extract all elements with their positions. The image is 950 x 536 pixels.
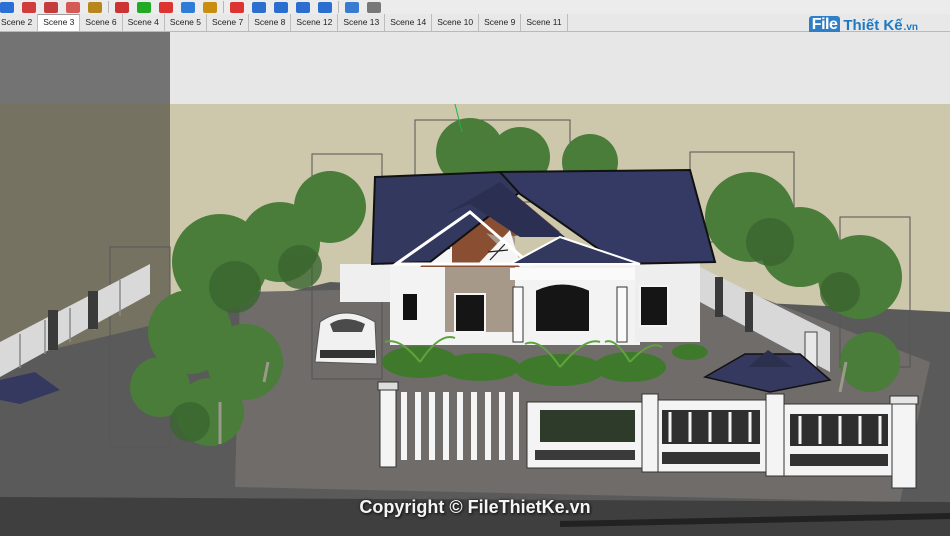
- scene-tab-scene-3[interactable]: Scene 3: [38, 14, 81, 31]
- push-pull-icon[interactable]: [115, 1, 129, 13]
- toolbar: [0, 0, 950, 14]
- garage-wall: [340, 264, 390, 302]
- scene-tab-scene-11[interactable]: Scene 11: [521, 14, 568, 31]
- pencil-icon[interactable]: [44, 1, 58, 13]
- offset-icon[interactable]: [181, 1, 195, 13]
- scene-tabs: Scene 2 Scene 3 Scene 6 Scene 4 Scene 5 Scene…: [0, 14, 950, 32]
- eraser-icon[interactable]: [22, 1, 36, 13]
- orbit-icon[interactable]: [252, 1, 266, 13]
- scene-tab-scene-14[interactable]: Scene 14: [385, 14, 433, 31]
- scene-tab-scene-13[interactable]: Scene 13: [338, 14, 386, 31]
- scene-tab-scene-7[interactable]: Scene 7: [207, 14, 250, 31]
- scene-tab-scene-12[interactable]: Scene 12: [291, 14, 339, 31]
- move-icon[interactable]: [137, 1, 151, 13]
- zoom-extents-icon[interactable]: [296, 1, 310, 13]
- scene-tab-scene-5[interactable]: Scene 5: [164, 14, 208, 31]
- rotate-icon[interactable]: [159, 1, 173, 13]
- model-viewport[interactable]: [0, 32, 950, 536]
- section-icon[interactable]: [367, 1, 381, 13]
- zoom-icon[interactable]: [274, 1, 288, 13]
- sky-upper: [170, 32, 950, 104]
- select-arrow-icon[interactable]: [0, 1, 14, 13]
- toolbar-separator: [223, 1, 224, 13]
- toolbar-icons: [0, 0, 389, 14]
- white-car: [314, 312, 378, 365]
- scene-tab-scene-6[interactable]: Scene 6: [80, 14, 123, 31]
- arc-icon[interactable]: [66, 1, 80, 13]
- logo-tld: .vn: [903, 21, 918, 33]
- walk-icon[interactable]: [318, 1, 332, 13]
- copyright-watermark: Copyright © FileThietKe.vn: [359, 497, 591, 517]
- scene-tab-scene-10[interactable]: Scene 10: [432, 14, 480, 31]
- paint-bucket-icon[interactable]: [88, 1, 102, 13]
- paint-icon[interactable]: [230, 1, 244, 13]
- tape-measure-icon[interactable]: [203, 1, 217, 13]
- scene-tab-scene-8[interactable]: Scene 8: [249, 14, 292, 31]
- toolbar-separator: [108, 1, 109, 13]
- logo-name: Thiết Kế: [843, 16, 903, 34]
- scene-tab-scene-4[interactable]: Scene 4: [122, 14, 165, 31]
- look-around-icon[interactable]: [345, 1, 359, 13]
- scene-tab-scene-2[interactable]: Scene 2: [0, 14, 39, 31]
- toolbar-separator: [338, 1, 339, 13]
- house-3d-render[interactable]: [0, 32, 950, 536]
- overlay-top-left: [0, 32, 170, 104]
- scene-tab-scene-9[interactable]: Scene 9: [479, 14, 522, 31]
- scene-tabs-row: Scene 2 Scene 3 Scene 6 Scene 4 Scene 5 Scene…: [0, 14, 568, 31]
